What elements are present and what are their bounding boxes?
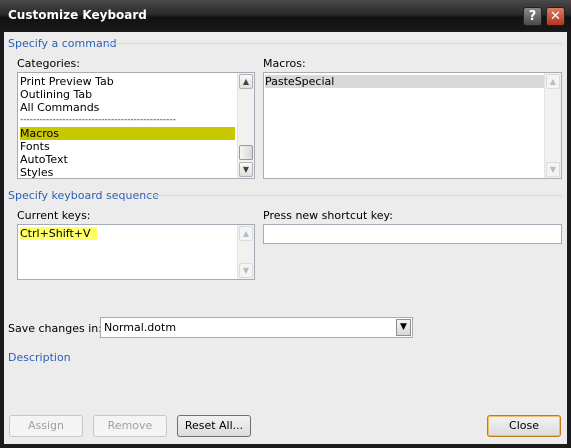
chevron-down-icon[interactable]: ▼	[396, 319, 411, 336]
scroll-down-icon: ▼	[239, 263, 253, 278]
current-key-item[interactable]: Ctrl+Shift+V	[20, 227, 97, 240]
section-specify-command: Specify a command	[8, 37, 117, 50]
close-button[interactable]: Close	[487, 415, 561, 437]
scroll-thumb[interactable]	[239, 145, 253, 160]
save-changes-select[interactable]: Normal.dotm ▼	[100, 317, 413, 338]
window-close-button[interactable]: ✕	[546, 7, 565, 26]
save-changes-value: Normal.dotm	[104, 321, 177, 334]
section-description: Description	[8, 351, 71, 364]
scroll-up-icon[interactable]: ▲	[239, 74, 253, 89]
macro-item-selected[interactable]: PasteSpecial	[265, 75, 544, 88]
current-keys-listbox[interactable]: Ctrl+Shift+V ▲ ▼	[17, 224, 255, 280]
customize-keyboard-dialog: Customize Keyboard ? ✕ Specify a command…	[0, 0, 571, 448]
category-item[interactable]: Outlining Tab	[20, 88, 92, 101]
close-icon: ✕	[550, 9, 561, 24]
macros-listbox[interactable]: PasteSpecial ▲ ▼	[263, 72, 562, 179]
scroll-up-icon: ▲	[546, 74, 560, 89]
dialog-body: Specify a command Categories: Print Prev…	[4, 32, 567, 444]
category-item-selected[interactable]: Macros	[20, 127, 235, 140]
new-shortcut-input[interactable]	[263, 224, 562, 244]
category-separator: ----------------------------------------…	[20, 115, 176, 125]
assign-button[interactable]: Assign	[9, 415, 83, 437]
new-shortcut-label: Press new shortcut key:	[263, 209, 393, 222]
categories-label: Categories:	[17, 57, 80, 70]
category-item[interactable]: All Commands	[20, 101, 99, 114]
help-icon: ?	[528, 9, 537, 24]
macros-label: Macros:	[263, 57, 306, 70]
section-divider	[106, 43, 562, 44]
categories-scrollbar[interactable]: ▲ ▼	[237, 73, 254, 178]
window-title: Customize Keyboard	[8, 8, 147, 22]
category-item[interactable]: Print Preview Tab	[20, 75, 114, 88]
macros-scrollbar: ▲ ▼	[544, 73, 561, 178]
category-item[interactable]: AutoText	[20, 153, 68, 166]
category-item[interactable]: Fonts	[20, 140, 50, 153]
scroll-down-icon: ▼	[546, 162, 560, 177]
section-specify-keyboard: Specify keyboard sequence	[8, 189, 160, 202]
categories-listbox[interactable]: Print Preview Tab Outlining Tab All Comm…	[17, 72, 255, 179]
save-changes-label: Save changes in:	[8, 322, 102, 335]
scroll-up-icon: ▲	[239, 226, 253, 241]
section-divider	[146, 195, 562, 196]
remove-button[interactable]: Remove	[93, 415, 167, 437]
help-button[interactable]: ?	[523, 7, 542, 26]
category-item[interactable]: Styles	[20, 166, 53, 178]
title-bar: Customize Keyboard ? ✕	[0, 0, 571, 32]
reset-all-button[interactable]: Reset All...	[177, 415, 251, 437]
scroll-down-icon[interactable]: ▼	[239, 162, 253, 177]
current-keys-label: Current keys:	[17, 209, 91, 222]
current-keys-scrollbar: ▲ ▼	[237, 225, 254, 279]
